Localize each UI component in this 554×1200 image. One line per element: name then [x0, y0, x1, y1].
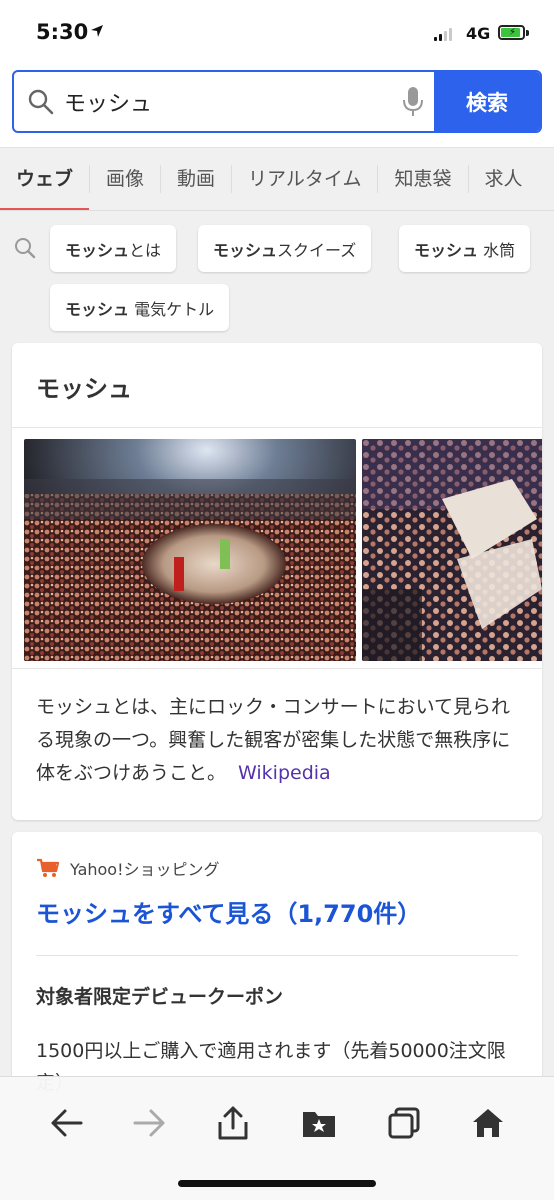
forward-arrow-icon: [133, 1109, 165, 1137]
tab-chiebukuro[interactable]: 知恵袋: [378, 148, 467, 210]
concert-crowd-photo[interactable]: [24, 439, 356, 661]
search-field[interactable]: モッシュ: [14, 72, 434, 131]
back-button[interactable]: [42, 1099, 90, 1147]
search-button[interactable]: 検索: [434, 72, 540, 131]
location-arrow-icon: [91, 25, 103, 37]
search-input[interactable]: モッシュ: [64, 86, 392, 118]
home-indicator: [178, 1180, 376, 1187]
related-chip[interactable]: モッシュ とは: [50, 225, 177, 272]
related-chip-rest: 電気ケトル: [129, 299, 215, 319]
related-chip-bold: モッシュ: [65, 240, 130, 260]
related-searches: モッシュ とは モッシュ スクイーズ モッシュ 水筒 モッシュ 電気ケトル: [0, 211, 554, 343]
related-chip-bold: モッシュ: [414, 240, 479, 260]
battery-icon: ⚡: [498, 25, 525, 40]
share-button[interactable]: [209, 1099, 257, 1147]
tabs-button[interactable]: [380, 1099, 428, 1147]
forward-button[interactable]: [126, 1099, 174, 1147]
tabs-icon: [388, 1107, 420, 1139]
network-type: 4G: [466, 24, 491, 43]
search-tabs: ウェブ 画像 動画 リアルタイム 知恵袋 求人: [0, 147, 554, 211]
related-chip[interactable]: モッシュ 電気ケトル: [50, 284, 230, 331]
related-chip[interactable]: モッシュ スクイーズ: [198, 225, 372, 272]
header-area: 5:30 4G ⚡ モッシュ 検索: [0, 0, 554, 147]
crowd-surfing-photo[interactable]: [362, 439, 542, 661]
knowledge-panel: モッシュ モッシュとは、主にロック・コンサートにおいて見られる現象の一つ。興奮し…: [12, 343, 542, 820]
tab-jobs[interactable]: 求人: [469, 148, 539, 210]
status-time: 5:30: [36, 20, 89, 44]
search-box: モッシュ 検索: [12, 70, 542, 133]
tab-images[interactable]: 画像: [90, 148, 160, 210]
related-chip-bold: モッシュ: [213, 240, 278, 260]
shopping-source-label: Yahoo!ショッピング: [70, 860, 220, 879]
home-icon: [473, 1109, 503, 1137]
voice-search-button[interactable]: [392, 86, 434, 118]
related-chip-rest: スクイーズ: [277, 240, 357, 260]
search-icon: [28, 89, 54, 114]
status-bar: 5:30 4G ⚡: [0, 0, 554, 68]
wikipedia-link[interactable]: Wikipedia: [238, 762, 331, 784]
shopping-cart-icon: [37, 858, 60, 877]
knowledge-panel-images: [12, 428, 542, 668]
shopping-source: Yahoo!ショッピング: [12, 832, 542, 880]
coupon-title: 対象者限定デビュークーポン: [36, 986, 284, 1008]
related-chip-bold: モッシュ: [65, 299, 130, 319]
share-icon: [218, 1106, 248, 1140]
knowledge-panel-description: モッシュとは、主にロック・コンサートにおいて見られる現象の一つ。興奮した観客が密…: [12, 668, 542, 790]
signal-strength-icon: [434, 28, 452, 41]
tab-video[interactable]: 動画: [161, 148, 231, 210]
related-chip-rest: 水筒: [478, 240, 516, 260]
search-row: モッシュ 検索: [0, 68, 554, 147]
related-chip-rest: とは: [129, 240, 162, 260]
home-button[interactable]: [464, 1099, 512, 1147]
back-arrow-icon: [51, 1109, 83, 1137]
knowledge-panel-title: モッシュ: [12, 343, 542, 428]
microphone-icon: [403, 86, 423, 116]
search-icon: [15, 238, 36, 259]
tab-web[interactable]: ウェブ: [0, 148, 90, 210]
bookmarks-button[interactable]: [295, 1099, 343, 1147]
battery-tip: [526, 30, 529, 36]
related-chip[interactable]: モッシュ 水筒: [399, 225, 531, 272]
shopping-see-all-link[interactable]: モッシュをすべて見る（1,770件）: [12, 880, 542, 929]
bookmarks-icon: [303, 1112, 335, 1137]
tab-realtime[interactable]: リアルタイム: [232, 148, 377, 210]
